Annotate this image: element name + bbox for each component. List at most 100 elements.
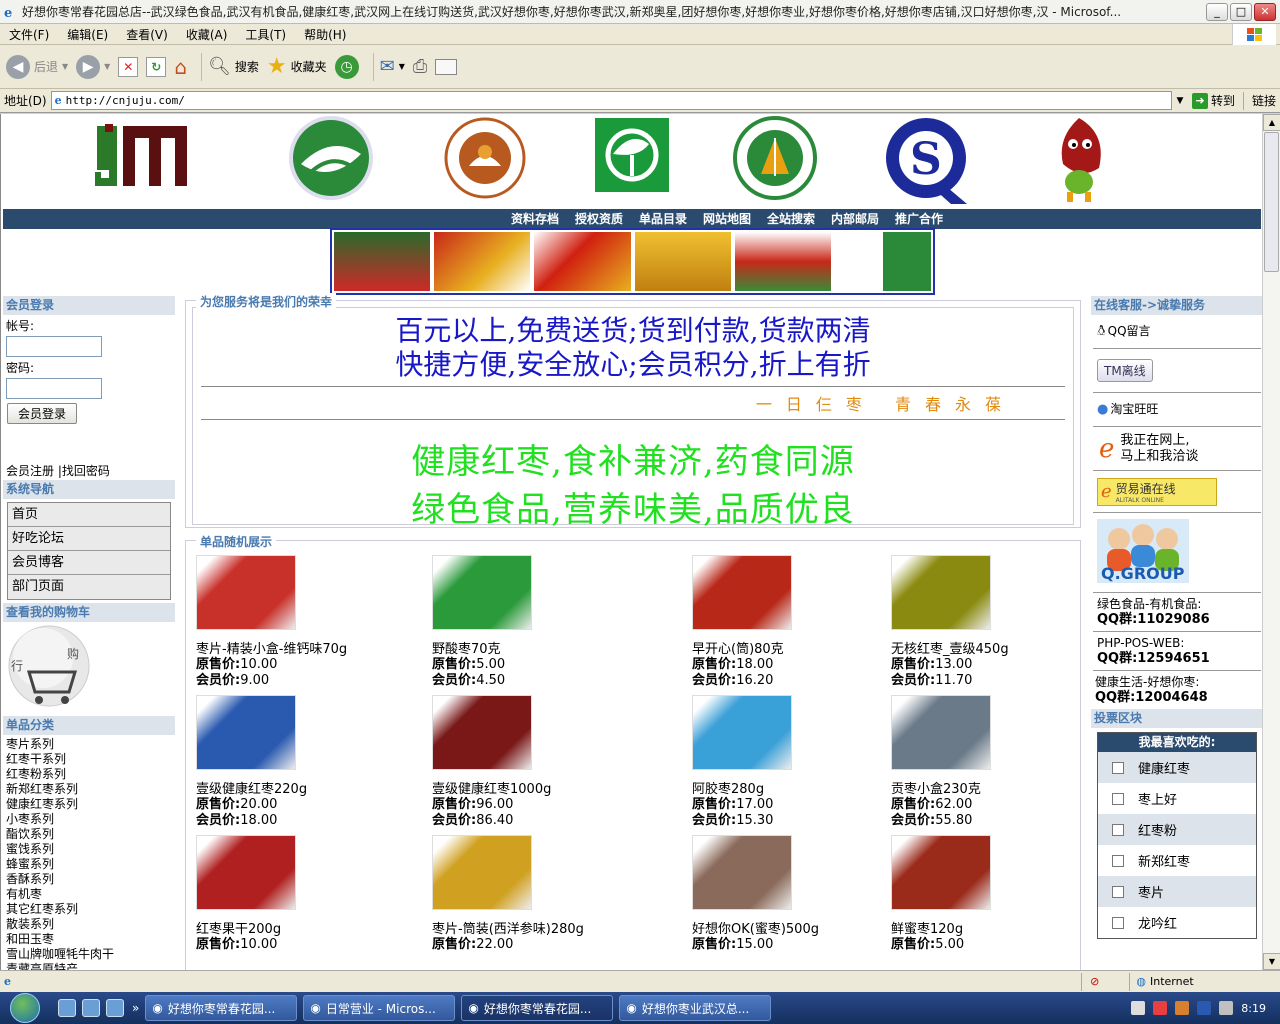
chevron-down-icon[interactable]: ▼ bbox=[104, 62, 110, 71]
mail-button[interactable]: ✉ ▼ bbox=[380, 51, 405, 83]
show-desktop-icon[interactable] bbox=[58, 999, 76, 1017]
vote-option[interactable]: 新郑红枣 bbox=[1098, 845, 1256, 876]
product-name[interactable]: 好想你OK(蜜枣)500g bbox=[692, 918, 891, 937]
product-image[interactable] bbox=[432, 835, 532, 910]
wangwang-link[interactable]: ● 淘宝旺旺 bbox=[1093, 393, 1261, 427]
category-link[interactable]: 小枣系列 bbox=[3, 812, 175, 827]
menu-edit[interactable]: 编辑(E) bbox=[58, 26, 117, 43]
nav-promotion[interactable]: 推广合作 bbox=[887, 209, 951, 229]
category-link[interactable]: 有机枣 bbox=[3, 887, 175, 902]
product-image[interactable] bbox=[692, 835, 792, 910]
network-icon[interactable] bbox=[1197, 1001, 1212, 1015]
vote-option[interactable]: 健康红枣 bbox=[1098, 752, 1256, 783]
vote-checkbox[interactable] bbox=[1112, 792, 1124, 805]
clock[interactable]: 8:19 bbox=[1241, 1002, 1266, 1015]
chevron-down-icon[interactable]: ▼ bbox=[399, 62, 405, 71]
scroll-up-icon[interactable]: ▲ bbox=[1263, 114, 1280, 131]
product-card[interactable]: 贡枣小盒230克 原售价:62.00 会员价:55.80 bbox=[891, 695, 1081, 835]
category-link[interactable]: 蜂蜜系列 bbox=[3, 857, 175, 872]
product-card[interactable]: 无核红枣_壹级450g 原售价:13.00 会员价:11.70 bbox=[891, 555, 1081, 695]
refresh-button[interactable]: ↻ bbox=[146, 51, 167, 83]
category-link[interactable]: 红枣粉系列 bbox=[3, 767, 175, 782]
product-card[interactable]: 红枣果干200g 原售价:10.00 bbox=[196, 835, 432, 970]
links-label[interactable]: 链接 bbox=[1252, 92, 1276, 109]
product-image[interactable] bbox=[891, 555, 991, 630]
search-button[interactable]: 🔍︎ 搜索 bbox=[208, 51, 259, 83]
close-button[interactable]: ✕ bbox=[1254, 2, 1276, 21]
maximize-button[interactable]: □ bbox=[1230, 2, 1252, 21]
vote-checkbox[interactable] bbox=[1112, 761, 1124, 774]
menu-file[interactable]: 文件(F) bbox=[0, 26, 58, 43]
product-card[interactable]: 阿胶枣280g 原售价:17.00 会员价:15.30 bbox=[692, 695, 891, 835]
password-input[interactable] bbox=[6, 378, 102, 399]
product-name[interactable]: 红枣果干200g bbox=[196, 918, 432, 937]
cart-icon[interactable]: 行 购 bbox=[3, 622, 175, 716]
category-link[interactable]: 健康红枣系列 bbox=[3, 797, 175, 812]
product-card[interactable]: 鲜蜜枣120g 原售价:5.00 bbox=[891, 835, 1081, 970]
volume-icon[interactable] bbox=[1219, 1001, 1234, 1015]
favorites-button[interactable]: ★ 收藏夹 bbox=[267, 51, 327, 83]
product-name[interactable]: 无核红枣_壹级450g bbox=[891, 638, 1081, 657]
taskbar-item[interactable]: ◉ 日常营业 - Micros... bbox=[303, 995, 456, 1021]
nav-mail[interactable]: 内部邮局 bbox=[823, 209, 887, 229]
edit-button[interactable] bbox=[435, 51, 458, 83]
product-name[interactable]: 壹级健康红枣220g bbox=[196, 778, 432, 797]
category-link[interactable]: 和田玉枣 bbox=[3, 932, 175, 947]
product-card[interactable]: 早开心(筒)80克 原售价:18.00 会员价:16.20 bbox=[692, 555, 891, 695]
qq-message-link[interactable]: 🐧︎ QQ留言 bbox=[1093, 315, 1261, 349]
category-link[interactable]: 青藏高原特产 bbox=[3, 962, 175, 970]
category-link[interactable]: 酯饮系列 bbox=[3, 827, 175, 842]
vote-option[interactable]: 龙吟红 bbox=[1098, 907, 1256, 938]
address-dropdown-icon[interactable]: ▼ bbox=[1172, 92, 1188, 109]
menu-view[interactable]: 查看(V) bbox=[117, 26, 177, 43]
qq-group-logo[interactable]: Q.GROUP bbox=[1093, 513, 1261, 593]
product-name[interactable]: 贡枣小盒230克 bbox=[891, 778, 1081, 797]
product-name[interactable]: 阿胶枣280g bbox=[692, 778, 891, 797]
nav-search[interactable]: 全站搜索 bbox=[759, 209, 823, 229]
category-link[interactable]: 红枣干系列 bbox=[3, 752, 175, 767]
scroll-thumb[interactable] bbox=[1264, 132, 1279, 272]
taskbar-item[interactable]: ◉ 好想你枣常春花园... bbox=[145, 995, 298, 1021]
product-image[interactable] bbox=[891, 695, 991, 770]
product-card[interactable]: 好想你OK(蜜枣)500g 原售价:15.00 bbox=[692, 835, 891, 970]
product-image[interactable] bbox=[692, 695, 792, 770]
home-button[interactable]: ⌂ bbox=[174, 51, 187, 83]
register-link[interactable]: 会员注册 bbox=[6, 464, 54, 478]
app-quicklaunch-icon[interactable] bbox=[106, 999, 124, 1017]
vote-option[interactable]: 红枣粉 bbox=[1098, 814, 1256, 845]
forward-button[interactable]: ▶ ▼ bbox=[76, 51, 110, 83]
product-card[interactable]: 枣片-精装小盒-维钙味70g 原售价:10.00 会员价:9.00 bbox=[196, 555, 432, 695]
taskbar-item[interactable]: ◉ 好想你枣业武汉总... bbox=[619, 995, 772, 1021]
product-image[interactable] bbox=[891, 835, 991, 910]
vote-option[interactable]: 枣上好 bbox=[1098, 783, 1256, 814]
alitalk-button[interactable]: e 贸易通在线 ALITALK ONLINE bbox=[1093, 471, 1261, 513]
vertical-scrollbar[interactable]: ▲ ▼ bbox=[1262, 114, 1280, 970]
product-card[interactable]: 野酸枣70克 原售价:5.00 会员价:4.50 bbox=[432, 555, 692, 695]
category-link[interactable]: 雪山牌咖喱牦牛肉干 bbox=[3, 947, 175, 962]
product-banner[interactable] bbox=[330, 228, 935, 295]
category-link[interactable]: 散装系列 bbox=[3, 917, 175, 932]
category-link[interactable]: 新郑红枣系列 bbox=[3, 782, 175, 797]
product-name[interactable]: 鲜蜜枣120g bbox=[891, 918, 1081, 937]
nav-home[interactable]: 首页 bbox=[8, 503, 170, 527]
product-card[interactable]: 壹级健康红枣1000g 原售价:96.00 会员价:86.40 bbox=[432, 695, 692, 835]
vote-checkbox[interactable] bbox=[1112, 854, 1124, 867]
taskbar-item-active[interactable]: ◉ 好想你枣常春花园... bbox=[461, 995, 614, 1021]
nav-catalog[interactable]: 单品目录 bbox=[631, 209, 695, 229]
product-name[interactable]: 枣片-精装小盒-维钙味70g bbox=[196, 638, 432, 657]
product-name[interactable]: 早开心(筒)80克 bbox=[692, 638, 891, 657]
scroll-down-icon[interactable]: ▼ bbox=[1263, 953, 1280, 970]
product-image[interactable] bbox=[196, 555, 296, 630]
product-card[interactable]: 枣片-筒装(西洋参味)280g 原售价:22.00 bbox=[432, 835, 692, 970]
history-button[interactable]: ◷ bbox=[334, 51, 359, 83]
product-image[interactable] bbox=[196, 835, 296, 910]
vote-checkbox[interactable] bbox=[1112, 885, 1124, 898]
minimize-button[interactable]: _ bbox=[1206, 2, 1228, 21]
category-link[interactable]: 枣片系列 bbox=[3, 737, 175, 752]
security-shield-icon[interactable] bbox=[1153, 1001, 1168, 1015]
login-button[interactable]: 会员登录 bbox=[7, 403, 78, 424]
product-image[interactable] bbox=[196, 695, 296, 770]
product-card[interactable]: 壹级健康红枣220g 原售价:20.00 会员价:18.00 bbox=[196, 695, 432, 835]
stop-button[interactable]: ✕ bbox=[118, 51, 139, 83]
chat-link[interactable]: e 我正在网上, 马上和我洽谈 bbox=[1093, 427, 1261, 471]
